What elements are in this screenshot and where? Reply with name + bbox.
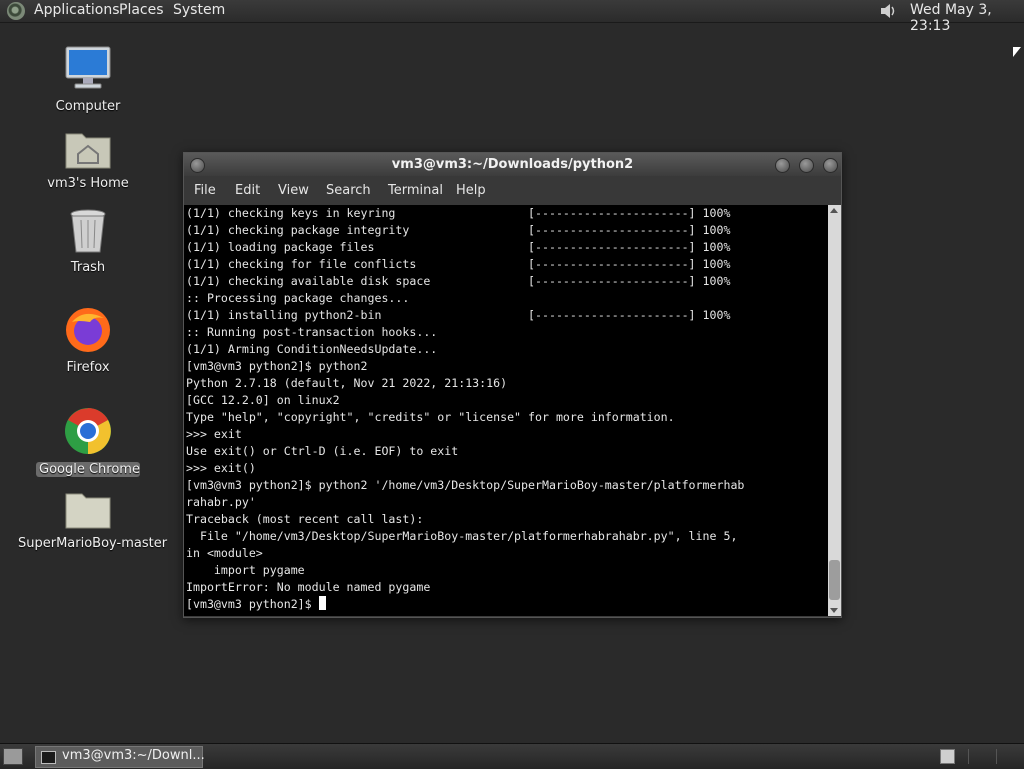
folder-icon: [65, 493, 111, 529]
scroll-down-arrow-icon[interactable]: [830, 608, 838, 613]
terminal-line: (1/1) installing python2-bin [----------…: [186, 308, 731, 322]
workspace-2[interactable]: [968, 749, 969, 764]
desktop-icon-supermarioboy-folder[interactable]: SuperMarioBoy-master: [18, 488, 168, 551]
maximize-button[interactable]: [799, 158, 814, 173]
scroll-up-arrow-icon[interactable]: [830, 208, 838, 213]
workspace-3[interactable]: [996, 749, 997, 764]
terminal-line: :: Running post-transaction hooks...: [186, 325, 438, 339]
taskbar-button-terminal[interactable]: vm3@vm3:~/Downl...: [35, 746, 205, 768]
terminal-line: >>> exit(): [186, 461, 256, 475]
terminal-line: (1/1) Arming ConditionNeedsUpdate...: [186, 342, 438, 356]
bottom-panel: vm3@vm3:~/Downl...: [0, 743, 1024, 769]
terminal-line: [GCC 12.2.0] on linux2: [186, 393, 340, 407]
menu-applications[interactable]: Applications: [34, 2, 120, 18]
minimize-button[interactable]: [775, 158, 790, 173]
menu-file[interactable]: File: [194, 183, 216, 198]
taskbar-button-label: vm3@vm3:~/Downl...: [62, 748, 205, 763]
menu-view[interactable]: View: [278, 183, 309, 198]
terminal-line: Use exit() or Ctrl-D (i.e. EOF) to exit: [186, 444, 459, 458]
terminal-line: [vm3@vm3 python2]$ python2 '/home/vm3/De…: [186, 478, 745, 492]
terminal-line: import pygame: [186, 563, 305, 577]
terminal-output[interactable]: (1/1) checking keys in keyring [--------…: [184, 205, 828, 616]
window-title: vm3@vm3:~/Downloads/python2: [391, 157, 634, 172]
close-button[interactable]: [823, 158, 838, 173]
terminal-window[interactable]: vm3@vm3:~/Downloads/python2 File Edit Vi…: [183, 152, 842, 618]
firefox-icon: [66, 308, 110, 352]
window-menubar: File Edit View Search Terminal Help: [184, 176, 841, 205]
text-cursor: [318, 596, 326, 610]
terminal-line: (1/1) checking available disk space [---…: [186, 274, 731, 288]
trash-icon: [70, 209, 106, 253]
terminal-prompt-line[interactable]: [vm3@vm3 python2]$: [186, 596, 326, 613]
desktop-icon-chrome[interactable]: Google Chrome: [36, 406, 140, 477]
terminal-scrollbar[interactable]: [828, 205, 841, 616]
terminal-line: (1/1) checking keys in keyring [--------…: [186, 206, 731, 220]
menu-places[interactable]: Places: [119, 2, 164, 18]
desktop-icon-label: SuperMarioBoy-master: [18, 536, 168, 551]
menu-help[interactable]: Help: [456, 183, 486, 198]
terminal-line: (1/1) loading package files [-----------…: [186, 240, 731, 254]
desktop-icon-label: vm3's Home: [47, 176, 129, 191]
workspace-1[interactable]: [940, 749, 955, 764]
terminal-line: ImportError: No module named pygame: [186, 580, 431, 594]
terminal-line: File "/home/vm3/Desktop/SuperMarioBoy-ma…: [186, 529, 738, 543]
terminal-line: [vm3@vm3 python2]$ python2: [186, 359, 368, 373]
terminal-line: Traceback (most recent call last):: [186, 512, 424, 526]
terminal-prompt: [vm3@vm3 python2]$: [186, 597, 319, 611]
terminal-line: Python 2.7.18 (default, Nov 21 2022, 21:…: [186, 376, 508, 390]
terminal-line: in <module>: [186, 546, 263, 560]
home-folder-icon: [65, 133, 111, 169]
desktop-icon-trash[interactable]: Trash: [54, 208, 122, 275]
scrollbar-thumb[interactable]: [829, 560, 840, 600]
show-desktop-icon[interactable]: [3, 748, 23, 765]
desktop-icon-label: Trash: [70, 260, 106, 275]
top-panel: Applications Places System Wed May 3, 23…: [0, 0, 1024, 34]
desktop-icon-computer[interactable]: Computer: [50, 45, 126, 114]
desktop-icon-firefox[interactable]: Firefox: [54, 306, 122, 375]
terminal-line: (1/1) checking for file conflicts [-----…: [186, 257, 731, 271]
terminal-line: >>> exit: [186, 427, 242, 441]
desktop-icon-label: Computer: [55, 99, 121, 114]
desktop-icon-label: Google Chrome: [36, 462, 140, 477]
terminal-line: :: Processing package changes...: [186, 291, 410, 305]
speaker-icon[interactable]: [880, 3, 898, 19]
terminal-icon: [41, 751, 56, 764]
terminal-line: Type "help", "copyright", "credits" or "…: [186, 410, 675, 424]
terminal-line: rahabr.py': [186, 495, 256, 509]
menu-edit[interactable]: Edit: [235, 183, 260, 198]
menu-search[interactable]: Search: [326, 183, 371, 198]
distro-logo-icon[interactable]: [7, 2, 25, 20]
chrome-icon: [65, 408, 111, 454]
clock[interactable]: Wed May 3, 23:13: [910, 2, 1024, 34]
terminal-line: (1/1) checking package integrity [------…: [186, 223, 731, 237]
window-titlebar[interactable]: vm3@vm3:~/Downloads/python2: [184, 153, 841, 176]
window-menu-button[interactable]: [190, 158, 205, 173]
desktop-icon-label: Firefox: [66, 360, 110, 375]
menu-terminal[interactable]: Terminal: [388, 183, 443, 198]
mouse-pointer-icon: [1013, 47, 1021, 57]
computer-icon: [65, 46, 111, 89]
desktop-icon-home[interactable]: vm3's Home: [40, 128, 136, 191]
menu-system[interactable]: System: [173, 2, 225, 18]
